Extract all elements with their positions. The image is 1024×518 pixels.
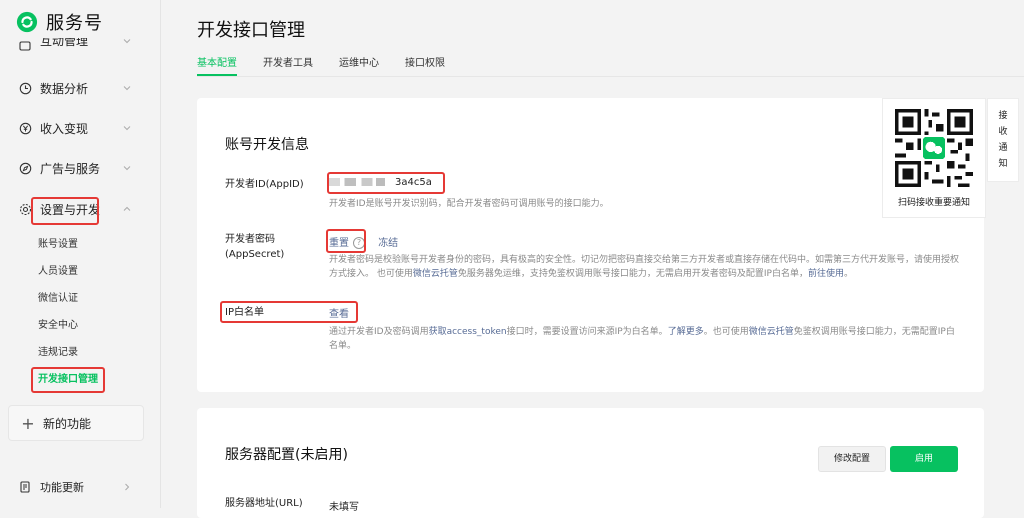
document-icon xyxy=(18,480,32,494)
cloud-hosting-link[interactable]: 微信云托管 xyxy=(749,327,794,337)
brand-logo-icon xyxy=(16,11,38,33)
sidebar-item-monetization[interactable]: 收入变现 xyxy=(18,118,142,138)
sidebar-subitem-account-settings[interactable]: 账号设置 xyxy=(38,237,78,253)
tab-basic-config[interactable]: 基本配置 xyxy=(197,58,237,76)
account-dev-info-card: 账号开发信息 开发者ID(AppID) 3a4c5a 开发者ID是账号开发识别码… xyxy=(197,98,984,392)
secret-desc-text: 。 xyxy=(844,269,854,279)
sidebar-item-feature-updates[interactable]: 功能更新 xyxy=(18,478,142,496)
yen-icon xyxy=(18,121,32,135)
notify-char: 收 xyxy=(998,127,1008,137)
sidebar-item-label: 互动管理 xyxy=(40,38,89,48)
sidebar-item-label: 功能更新 xyxy=(40,481,84,494)
chart-clock-icon xyxy=(18,81,32,95)
sidebar-item-interaction[interactable]: 互动管理 xyxy=(18,38,142,56)
appid-label: 开发者ID(AppID) xyxy=(225,179,304,190)
sidebar-subitem-violation-records[interactable]: 违规记录 xyxy=(38,345,78,361)
new-function-label: 新的功能 xyxy=(43,416,92,431)
sidebar: 服务号 互动管理 数据分析 收入变现 广告与服务 设置与开发 账号设置 人员设置… xyxy=(0,0,161,508)
sidebar-item-label: 收入变现 xyxy=(40,121,89,136)
tab-bar: 基本配置 开发者工具 运维中心 接口权限 xyxy=(197,58,445,78)
sidebar-subitem-wechat-verification[interactable]: 微信认证 xyxy=(38,291,78,307)
qr-notification-popover: 扫码接收重要通知 xyxy=(882,98,986,218)
chevron-down-icon xyxy=(123,86,131,91)
modify-config-button[interactable]: 修改配置 xyxy=(818,446,886,472)
new-function-button[interactable]: + 新的功能 xyxy=(8,405,144,441)
server-config-card: 服务器配置(未启用) 修改配置 启用 服务器地址(URL) 未填写 xyxy=(197,408,984,518)
ip-desc-text: 。也可使用 xyxy=(703,327,749,337)
plus-icon: + xyxy=(21,413,35,433)
cloud-hosting-link[interactable]: 微信云托管 xyxy=(413,269,458,279)
server-url-label: 服务器地址(URL) xyxy=(225,498,303,509)
sidebar-subitem-staff-settings[interactable]: 人员设置 xyxy=(38,264,78,280)
notify-char: 知 xyxy=(998,159,1008,169)
chevron-down-icon xyxy=(123,166,131,171)
brand-name: 服务号 xyxy=(46,13,103,34)
qr-code-icon xyxy=(895,109,973,187)
main-content: 开发接口管理 基本配置 开发者工具 运维中心 接口权限 账号开发信息 开发者ID… xyxy=(160,0,1024,518)
tabs-divider xyxy=(197,76,1024,77)
brand[interactable]: 服务号 xyxy=(16,10,103,34)
compass-icon xyxy=(18,161,32,175)
sidebar-item-ads-services[interactable]: 广告与服务 xyxy=(18,158,142,178)
highlight-box-appid xyxy=(327,172,445,194)
notify-char: 通 xyxy=(998,143,1008,153)
learn-more-link[interactable]: 了解更多 xyxy=(668,327,704,337)
section-title-server-config: 服务器配置(未启用) xyxy=(225,447,348,463)
secret-label: 开发者密码(AppSecret) xyxy=(225,234,285,260)
go-use-link[interactable]: 前往使用 xyxy=(808,269,844,279)
sidebar-subitem-security-center[interactable]: 安全中心 xyxy=(38,318,78,334)
chevron-up-icon xyxy=(123,206,131,211)
chevron-down-icon xyxy=(123,126,131,131)
highlight-box-reset xyxy=(326,229,366,253)
sidebar-item-analytics[interactable]: 数据分析 xyxy=(18,78,142,98)
tab-developer-tools[interactable]: 开发者工具 xyxy=(263,58,313,76)
highlight-box-settings-dev xyxy=(31,197,99,225)
qr-caption: 扫码接收重要通知 xyxy=(897,198,970,208)
secret-description: 开发者密码是校验账号开发者身份的密码，具有极高的安全性。切记勿把密码直接交给第三… xyxy=(329,253,959,281)
server-url-value: 未填写 xyxy=(329,502,359,513)
notify-char: 接 xyxy=(998,111,1008,121)
chevron-right-icon xyxy=(125,483,130,491)
ip-desc-text: 接口时，需要设置访问来源IP为白名单。 xyxy=(506,327,668,337)
ip-whitelist-description: 通过开发者ID及密码调用获取access_token接口时，需要设置访问来源IP… xyxy=(329,325,959,353)
highlight-box-dev-interface xyxy=(31,367,105,393)
secret-desc-text: 免服务器免运维，支持免鉴权调用账号接口能力，无需启用开发者密码及配置IP白名单， xyxy=(457,269,808,279)
page-title: 开发接口管理 xyxy=(197,20,305,41)
tab-interface-permissions[interactable]: 接口权限 xyxy=(405,58,445,76)
ip-desc-text: 通过开发者ID及密码调用 xyxy=(329,327,429,337)
sidebar-item-label: 广告与服务 xyxy=(40,161,101,176)
message-icon xyxy=(18,40,32,54)
freeze-secret-link[interactable]: 冻结 xyxy=(378,238,398,249)
tab-ops-center[interactable]: 运维中心 xyxy=(339,58,379,76)
highlight-box-ip-whitelist xyxy=(220,301,358,323)
receive-notification-tab[interactable]: 接 收 通 知 xyxy=(987,98,1019,182)
chevron-down-icon xyxy=(123,39,131,44)
appid-description: 开发者ID是账号开发识别码，配合开发者密码可调用账号的接口能力。 xyxy=(329,199,609,209)
section-title-account-dev-info: 账号开发信息 xyxy=(225,137,309,153)
enable-button[interactable]: 启用 xyxy=(890,446,958,472)
get-access-token-link[interactable]: 获取access_token xyxy=(429,327,507,337)
gear-icon xyxy=(18,202,32,216)
sidebar-item-label: 数据分析 xyxy=(40,81,89,96)
